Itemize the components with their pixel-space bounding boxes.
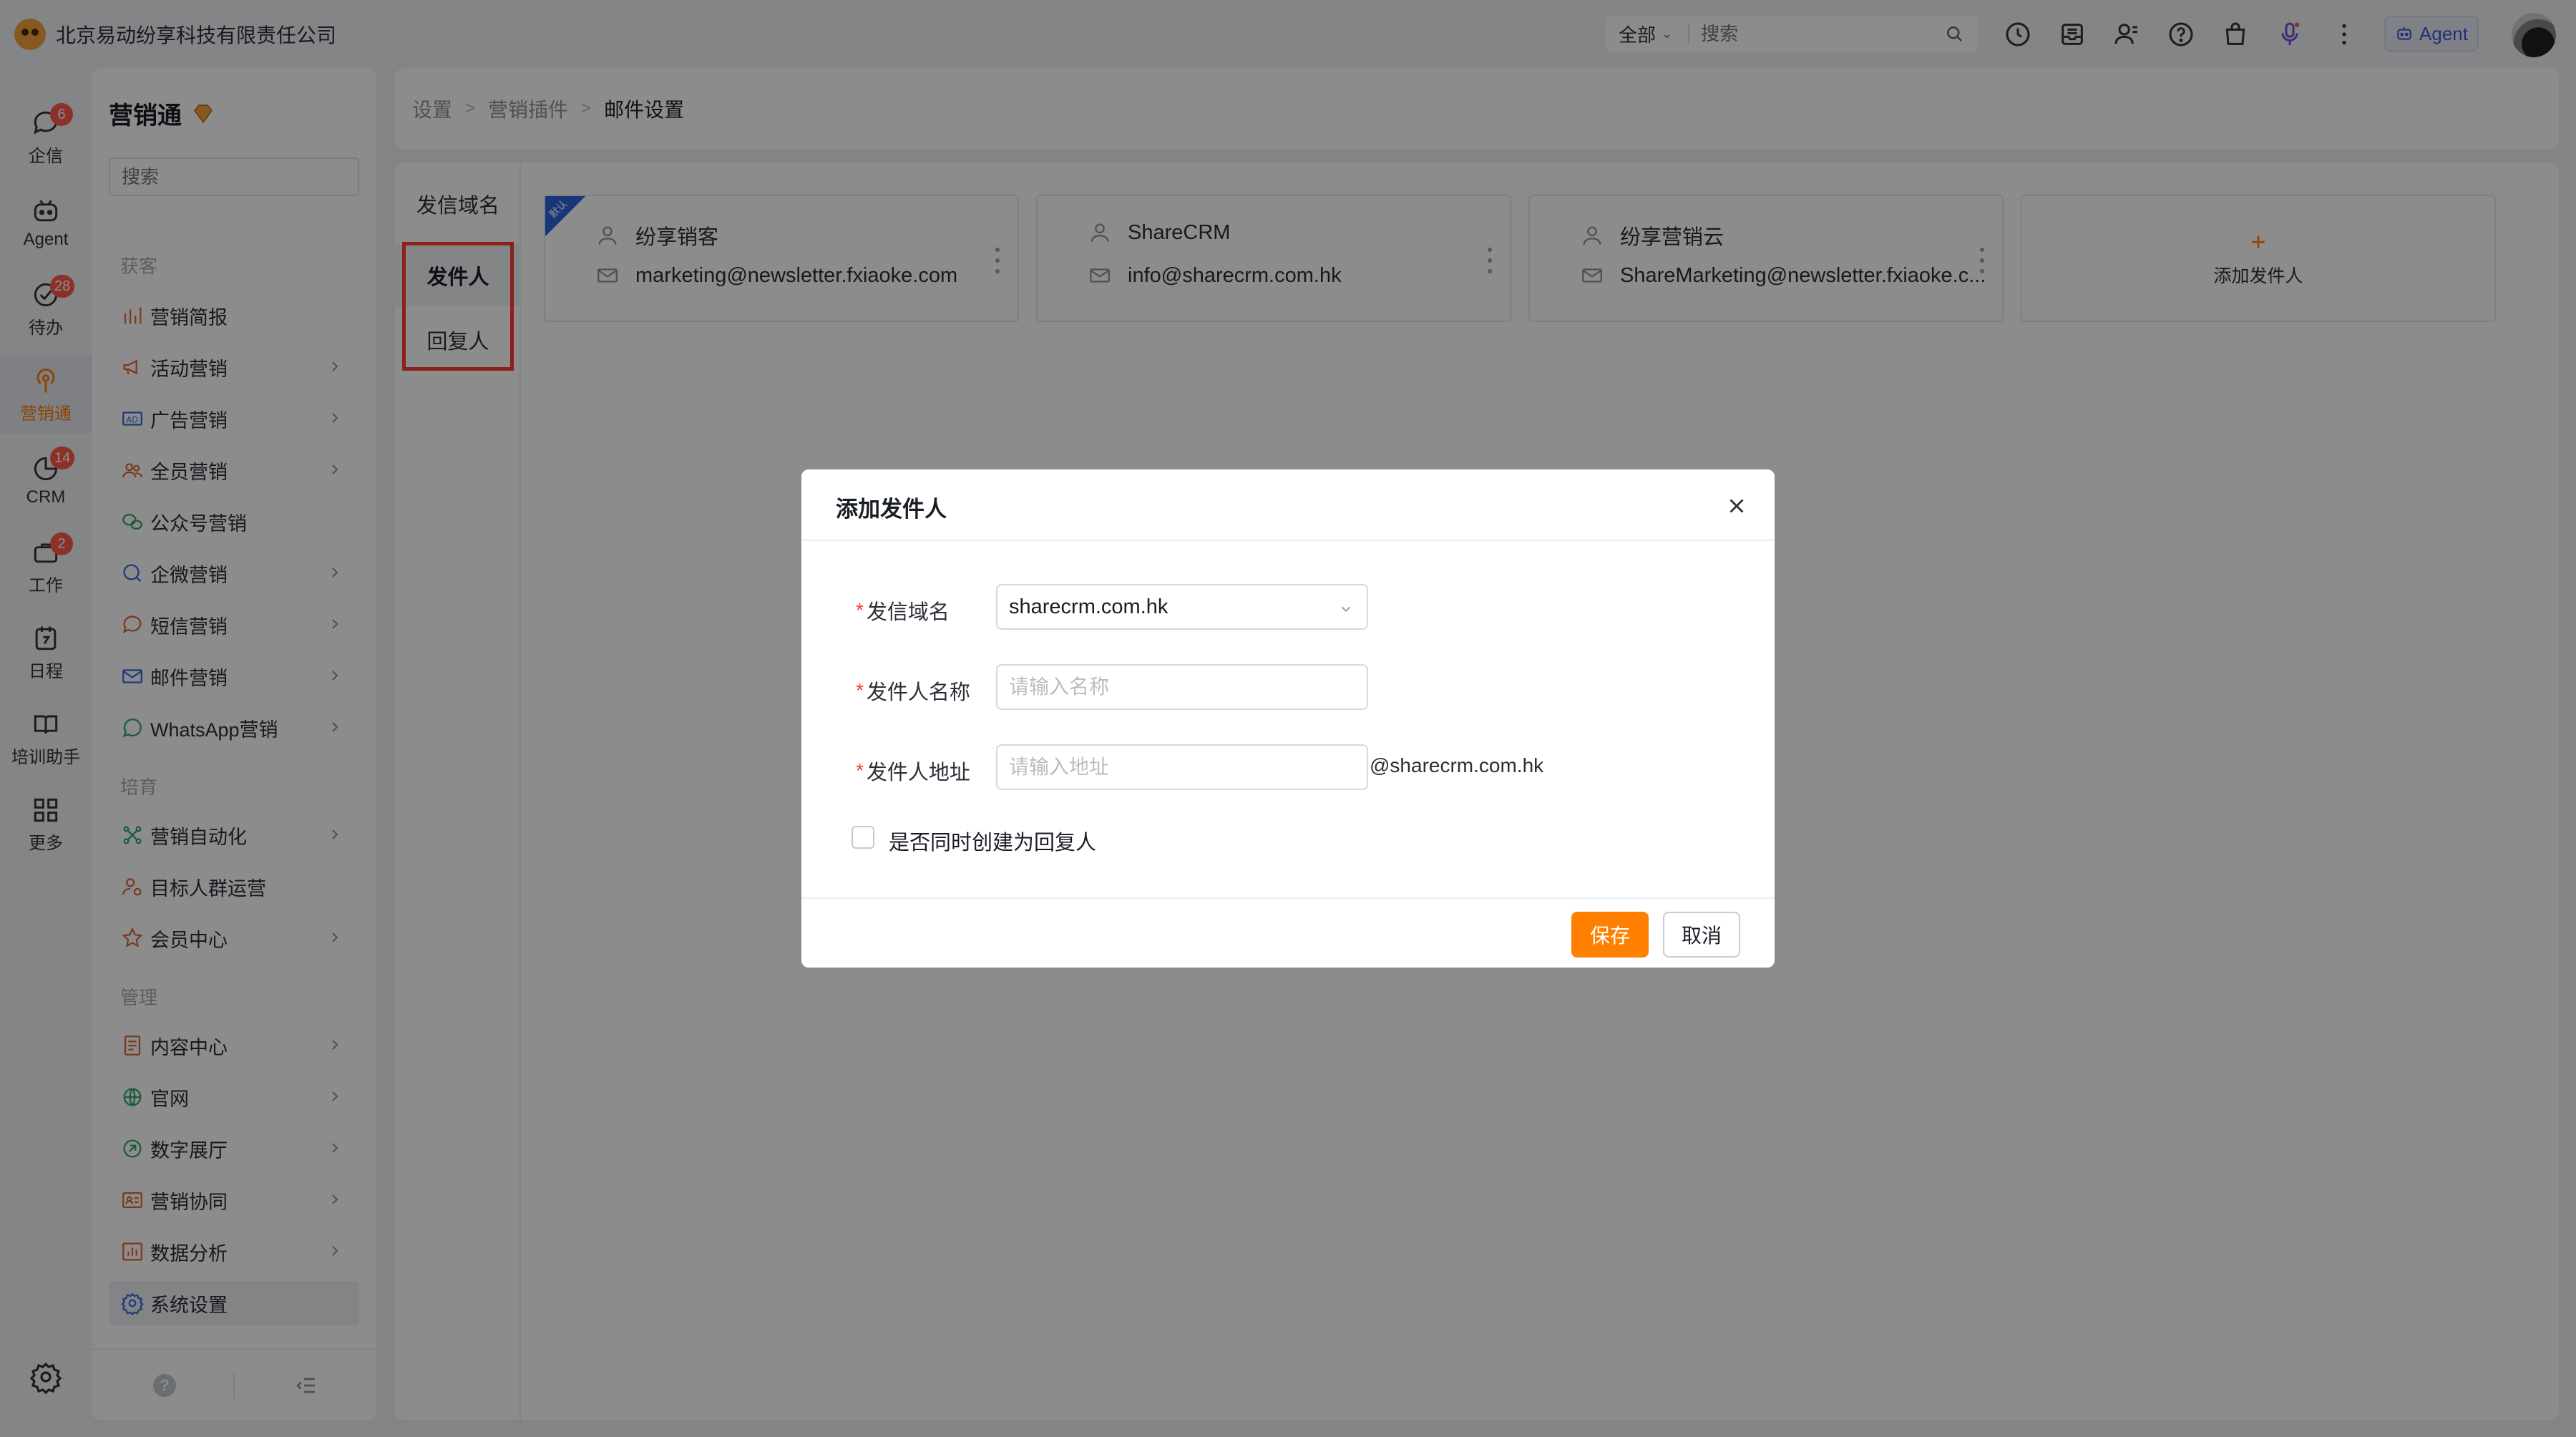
create-replier-label[interactable]: 是否同时创建为回复人: [889, 826, 1096, 856]
required-mark: *: [856, 599, 864, 621]
chevron-down-icon: [1341, 606, 1351, 613]
sender-name-label: * 发件人名称: [856, 676, 970, 706]
add-sender-dialog: 添加发件人 * 发信域名 sharecrm.com.hk * 发件人名称 * 发…: [801, 469, 1775, 968]
sender-name-label-text: 发件人名称: [866, 681, 970, 704]
sender-address-label-text: 发件人地址: [866, 761, 970, 784]
domain-label: * 发信域名: [856, 595, 950, 625]
domain-label-text: 发信域名: [866, 601, 950, 624]
sender-address-label: * 发件人地址: [856, 756, 970, 786]
address-domain-suffix: @sharecrm.com.hk: [1370, 754, 1544, 776]
dialog-header: 添加发件人: [801, 469, 1775, 541]
close-icon[interactable]: [1724, 494, 1749, 518]
sender-name-input[interactable]: [996, 664, 1368, 710]
dialog-title: 添加发件人: [836, 497, 947, 522]
sender-address-input[interactable]: [996, 744, 1368, 790]
app-root: 北京易动纷享科技有限责任公司 全部 ⌄ Agent: [0, 0, 2576, 1437]
required-mark: *: [856, 759, 864, 781]
save-button[interactable]: 保存: [1571, 912, 1649, 958]
cancel-button[interactable]: 取消: [1663, 912, 1740, 958]
required-mark: *: [856, 679, 864, 701]
domain-select-value: sharecrm.com.hk: [1009, 595, 1169, 618]
create-replier-checkbox[interactable]: [852, 826, 874, 849]
domain-select[interactable]: sharecrm.com.hk: [996, 584, 1368, 630]
dialog-footer: 保存 取消: [801, 897, 1775, 968]
